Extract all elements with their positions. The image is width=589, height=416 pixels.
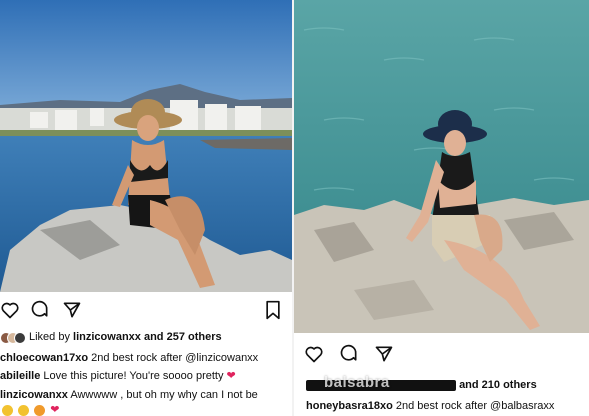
comparison-image: Liked by linzicowanxx and 257 others chl…	[0, 0, 589, 416]
comment-icon[interactable]	[339, 344, 359, 364]
cat-emoji-icon	[34, 404, 46, 416]
liked-by-count[interactable]: and 210 others	[459, 379, 537, 391]
comment-row: abileille Love this picture! You're sooo…	[0, 369, 236, 383]
instagram-post-right: and 210 others balsabra honeybasra18xo 2…	[294, 0, 589, 416]
instagram-post-left: Liked by linzicowanxx and 257 others chl…	[0, 0, 292, 416]
heart-icon: ❤	[50, 404, 60, 416]
sweat-smile-emoji-icon	[18, 404, 30, 416]
comment-row: linzicowanxx Awwwww , but oh my why can …	[0, 388, 258, 402]
heart-icon[interactable]	[0, 300, 20, 320]
action-bar-left	[0, 298, 292, 322]
action-bar-right	[304, 344, 564, 368]
comment-text: Love this picture! You're soooo pretty	[43, 370, 224, 382]
liked-by-user[interactable]: linzicowanxx	[73, 331, 141, 343]
post-photo-right	[294, 0, 589, 333]
share-icon[interactable]	[374, 344, 394, 364]
comment-row: chloecowan17xo 2nd best rock after @linz…	[0, 351, 258, 365]
comment-icon[interactable]	[30, 300, 50, 320]
watermark: balsabra	[324, 374, 390, 391]
comment-username[interactable]: abileille	[0, 370, 40, 382]
liked-by-prefix: Liked by	[29, 331, 70, 343]
comment-text: 2nd best rock after @linzicowanxx	[91, 352, 259, 364]
heart-icon: ❤	[226, 370, 236, 382]
laughing-emoji-icon	[2, 404, 13, 416]
comment-username[interactable]: chloecowan17xo	[0, 352, 88, 364]
bookmark-icon[interactable]	[264, 300, 282, 320]
liked-by-line: and 210 others balsabra	[306, 374, 537, 392]
share-icon[interactable]	[62, 300, 82, 320]
comment-row: honeybasra18xo 2nd best rock after @balb…	[306, 399, 554, 413]
comment-username[interactable]: honeybasra18xo	[306, 400, 393, 412]
liked-by-count[interactable]: and 257 others	[144, 331, 222, 343]
post-photo-left	[0, 0, 292, 292]
comment-text: 2nd best rock after @balbasraxx	[395, 400, 555, 412]
liker-avatars	[0, 331, 26, 344]
liked-by-line: Liked by linzicowanxx and 257 others	[0, 330, 222, 344]
comment-text: Awwwww , but oh my why can I not be	[70, 389, 258, 401]
emoji-row: ❤	[2, 403, 59, 416]
heart-icon[interactable]	[304, 344, 324, 364]
comment-username[interactable]: linzicowanxx	[0, 389, 68, 401]
